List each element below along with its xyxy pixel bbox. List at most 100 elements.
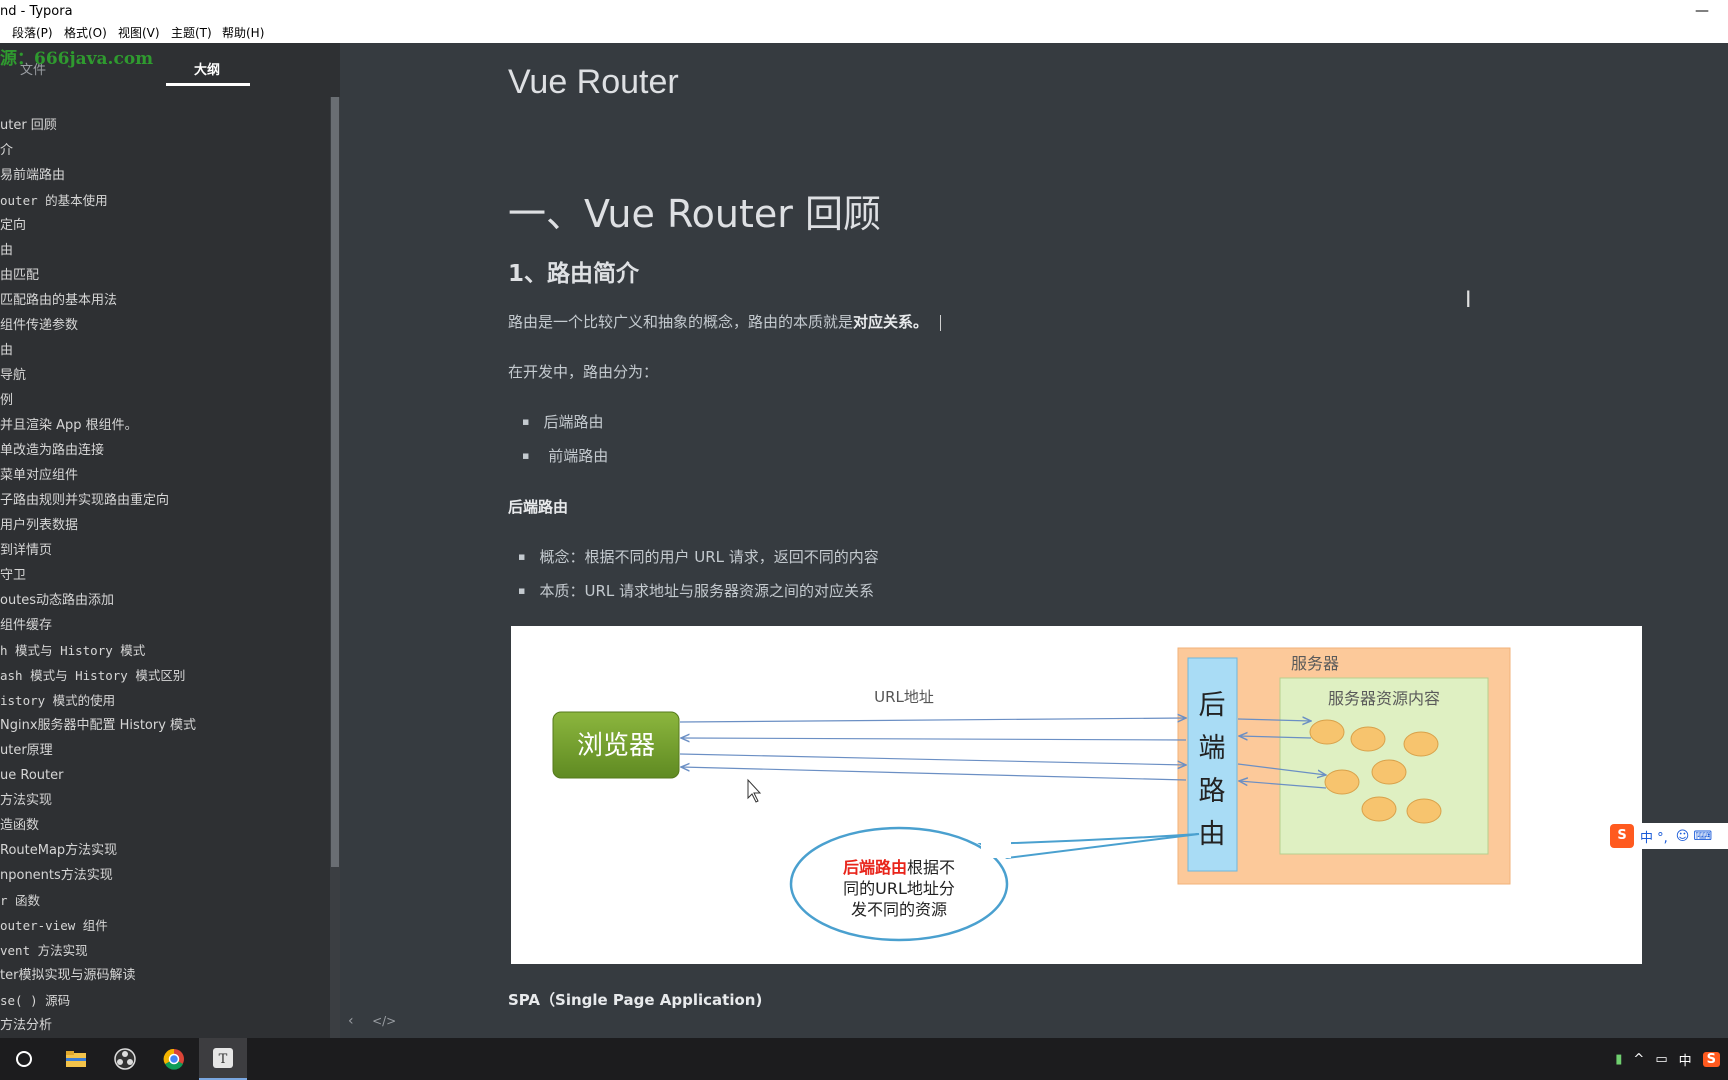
outline-item[interactable]: r 函数 xyxy=(0,888,328,913)
document-title: Vue Router xyxy=(508,63,679,101)
svg-text:T: T xyxy=(219,1052,228,1067)
outline-item[interactable]: 例 xyxy=(0,388,328,413)
tab-outline[interactable]: 大纲 xyxy=(194,59,220,78)
tab-active-indicator xyxy=(166,83,250,86)
network-icon[interactable]: ▭ xyxy=(1655,1052,1667,1067)
outline-item[interactable]: 由 xyxy=(0,238,328,263)
menu-theme[interactable]: 主题(T) xyxy=(171,23,212,43)
outline-item[interactable]: 由匹配 xyxy=(0,263,328,288)
outline-item[interactable]: 导航 xyxy=(0,363,328,388)
ime-mode-text[interactable]: 中 °, xyxy=(1640,827,1668,846)
callout-line-1: 后端路由根据不 xyxy=(843,858,955,877)
sidebar-scrollbar-thumb[interactable] xyxy=(331,97,339,867)
menu-format[interactable]: 格式(O) xyxy=(64,23,107,43)
ime-toolbar[interactable]: S 中 °, ☺ ⌨ xyxy=(1610,823,1728,849)
search-circle-icon[interactable] xyxy=(0,1038,48,1080)
outline-item[interactable]: 单改造为路由连接 xyxy=(0,438,328,463)
outline-item[interactable]: 并且渲染 App 根组件。 xyxy=(0,413,328,438)
outline-item[interactable]: 子路由规则并实现路由重定向 xyxy=(0,488,328,513)
paragraph-types: 在开发中，路由分为： xyxy=(508,363,659,381)
outline-item[interactable]: 守卫 xyxy=(0,563,328,588)
outline-item[interactable]: 易前端路由 xyxy=(0,163,328,188)
typora-icon[interactable]: T xyxy=(199,1038,247,1080)
chrome-icon[interactable] xyxy=(150,1038,198,1080)
title-bar: nd - Typora — xyxy=(0,0,1728,23)
outline-item[interactable]: nponents方法实现 xyxy=(0,863,328,888)
outline-item[interactable]: 方法实现 xyxy=(0,788,328,813)
file-explorer-icon[interactable] xyxy=(52,1038,100,1080)
outline-item[interactable]: vent 方法实现 xyxy=(0,938,328,963)
server-label: 服务器 xyxy=(1291,654,1339,673)
router-char-4: 由 xyxy=(1199,819,1226,850)
tray-expand-icon[interactable]: ^ xyxy=(1633,1052,1644,1067)
editor[interactable]: Vue Router 一、Vue Router 回顾 1、路由简介 路由是一个比… xyxy=(340,43,1728,1038)
sidebar: 源：666java.com 文件 大纲 uter 回顾介易前端路由 outer 的… xyxy=(0,43,340,1038)
resource-dot xyxy=(1403,731,1439,757)
callout-line-3: 发不同的资源 xyxy=(851,900,947,919)
outline-item[interactable]: se( ) 源码 xyxy=(0,988,328,1013)
menu-help[interactable]: 帮助(H) xyxy=(222,23,264,43)
sidebar-footer: ‹ </> xyxy=(348,1013,410,1029)
outline-item[interactable]: RouteMap方法实现 xyxy=(0,838,328,863)
sogou-tray-icon[interactable]: S xyxy=(1702,1051,1720,1067)
menu-view[interactable]: 视图(V) xyxy=(118,23,160,43)
callout-line-1-rest: 根据不 xyxy=(907,858,955,877)
outline-item[interactable]: 匹配路由的基本用法 xyxy=(0,288,328,313)
outline-item[interactable]: 由 xyxy=(0,338,328,363)
outline-item[interactable]: ter模拟实现与源码解读 xyxy=(0,963,328,988)
outline-list: uter 回顾介易前端路由 outer 的基本使用 定向由由匹配 匹配路由的基本用法组… xyxy=(0,113,328,1038)
ibeam-cursor-icon: I xyxy=(1465,288,1472,313)
list-item-concept: 概念：根据不同的用户 URL 请求，返回不同的内容 xyxy=(518,546,878,567)
minimize-button[interactable]: — xyxy=(1692,0,1712,23)
outline-item[interactable]: 介 xyxy=(0,138,328,163)
outline-item[interactable]: 方法分析 xyxy=(0,1013,328,1038)
mouse-pointer-icon xyxy=(747,778,762,803)
url-label: URL地址 xyxy=(874,688,934,706)
battery-icon[interactable]: ▮ xyxy=(1615,1052,1622,1067)
heading-1: 一、Vue Router 回顾 xyxy=(508,192,881,236)
outline-item[interactable]: 造函数 xyxy=(0,813,328,838)
outline-item[interactable]: 到详情页 xyxy=(0,538,328,563)
router-char-1: 后 xyxy=(1199,690,1226,721)
outline-item[interactable]: 用户列表数据 xyxy=(0,513,328,538)
menu-bar: 段落(P) 格式(O) 视图(V) 主题(T) 帮助(H) xyxy=(0,23,1728,43)
watermark: 源：666java.com xyxy=(0,49,154,69)
outline-item[interactable]: Nginx服务器中配置 History 模式 xyxy=(0,713,328,738)
callout-line-2: 同的URL地址分 xyxy=(843,879,955,898)
resource-label: 服务器资源内容 xyxy=(1328,689,1440,708)
obs-icon[interactable] xyxy=(101,1038,149,1080)
resource-dot xyxy=(1371,759,1407,785)
router-char-2: 端 xyxy=(1199,733,1226,764)
sogou-logo-icon: S xyxy=(1610,824,1634,848)
outline-item[interactable]: 组件传递参数 xyxy=(0,313,328,338)
ime-tool-icons[interactable]: ☺ ⌨ xyxy=(1676,829,1712,844)
outline-item[interactable]: 菜单对应组件 xyxy=(0,463,328,488)
outline-item[interactable]: outer 的基本使用 xyxy=(0,188,328,213)
outline-item[interactable]: uter原理 xyxy=(0,738,328,763)
source-code-mode-button[interactable]: </> xyxy=(372,1014,396,1028)
list-item-backend: 后端路由 xyxy=(522,411,603,432)
diagram-svg: 服务器 后 端 路 由 服务器资源内容 浏览器 URL地址 后端路由根据不 同的… xyxy=(552,647,1511,942)
text-caret xyxy=(940,314,942,331)
outline-item[interactable]: h 模式与 History 模式 xyxy=(0,638,328,663)
outline-item[interactable]: outes动态路由添加 xyxy=(0,588,328,613)
subheading-backend: 后端路由 xyxy=(508,498,569,516)
list-item-frontend: 前端路由 xyxy=(522,445,608,466)
resource-dot xyxy=(1361,796,1397,822)
taskbar: T ▮ ^ ▭ 中 S xyxy=(0,1038,1728,1080)
outline-item[interactable]: 组件缓存 xyxy=(0,613,328,638)
menu-paragraph[interactable]: 段落(P) xyxy=(12,23,53,43)
outline-item[interactable]: outer-view 组件 xyxy=(0,913,328,938)
list-item-essence: 本质：URL 请求地址与服务器资源之间的对应关系 xyxy=(518,580,874,601)
spa-heading: SPA（Single Page Application) xyxy=(508,991,763,1009)
paragraph-bold: 对应关系。 xyxy=(853,313,929,331)
outline-item[interactable]: ash 模式与 History 模式区别 xyxy=(0,663,328,688)
outline-item[interactable]: istory 模式的使用 xyxy=(0,688,328,713)
paragraph-definition: 路由是一个比较广义和抽象的概念，路由的本质就是对应关系。 xyxy=(508,311,942,332)
outline-item[interactable]: ue Router xyxy=(0,763,328,788)
browser-label: 浏览器 xyxy=(577,731,655,761)
outline-item[interactable]: uter 回顾 xyxy=(0,113,328,138)
outline-item[interactable]: 定向 xyxy=(0,213,328,238)
toggle-sidebar-button[interactable]: ‹ xyxy=(348,1013,354,1029)
input-language-indicator[interactable]: 中 xyxy=(1679,1050,1692,1069)
